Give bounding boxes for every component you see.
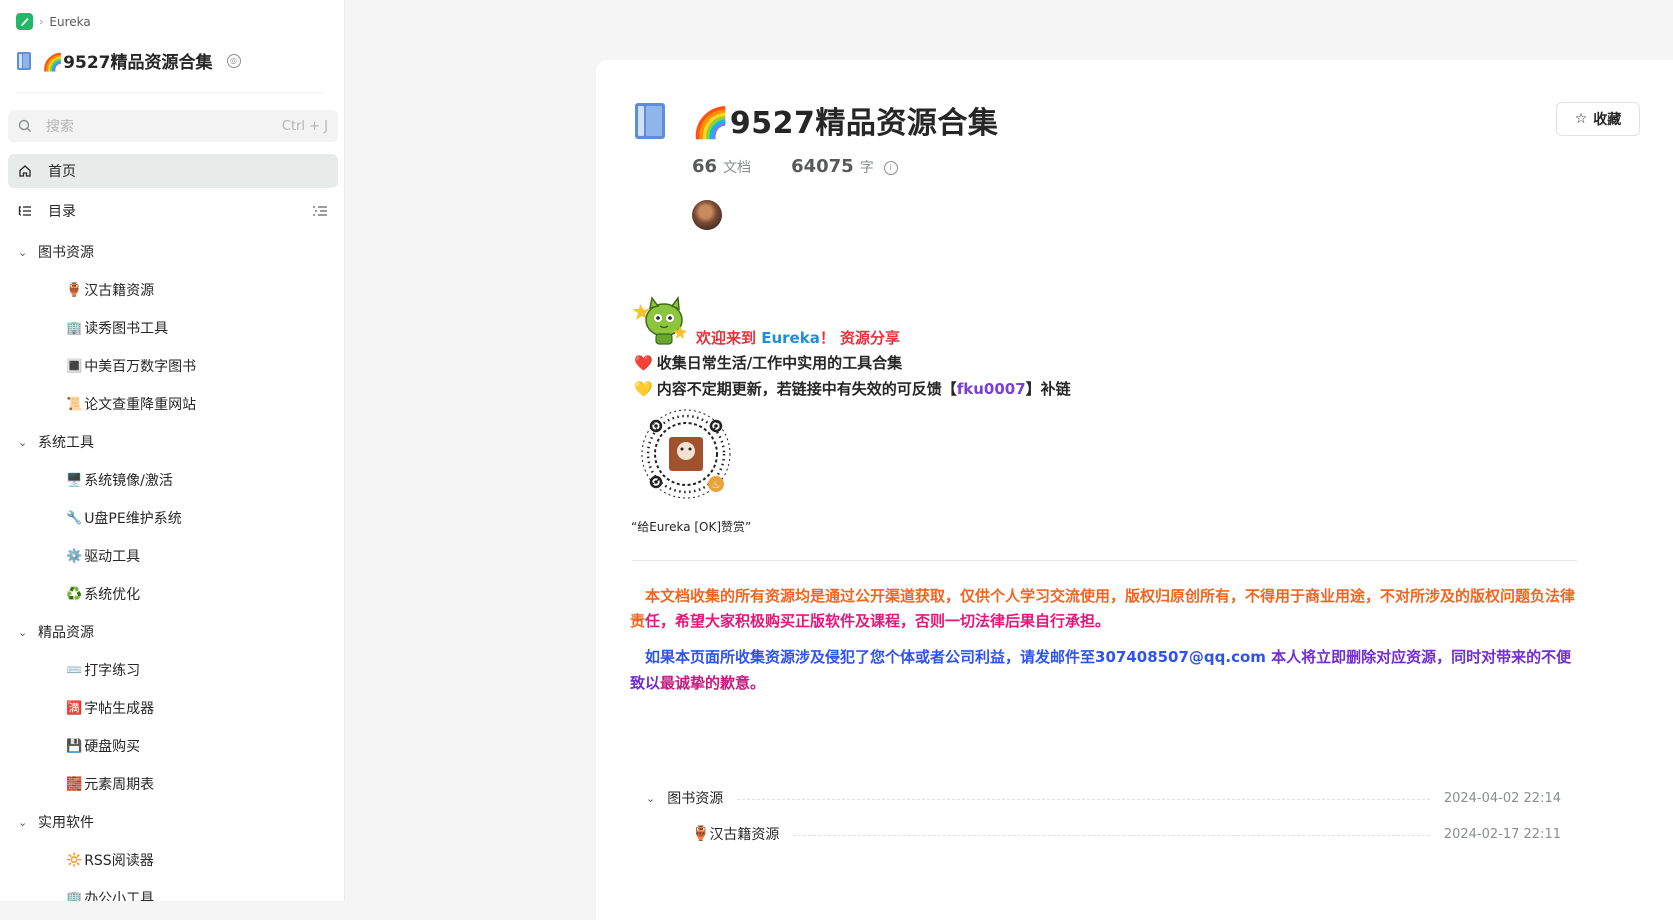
item-emoji-icon: 🏢 [66,320,83,336]
avatar[interactable] [692,200,722,230]
divider [632,560,1577,561]
search-shortcut: Ctrl + J [281,118,328,134]
home-icon [19,165,31,177]
update-line: 💛 内容不定期更新，若链接中有失效的可反馈【fku0007】补链 [634,379,1071,399]
tree-item[interactable]: 🏢 办公小工具 [0,879,344,902]
favorite-button[interactable]: ☆ 收藏 [1556,102,1640,136]
sidebar-item-home[interactable]: 首页 [8,154,338,188]
item-emoji-icon: 📜 [66,396,83,412]
doc-label: 文档 [723,160,752,176]
word-count: 64075 [791,156,854,177]
sidebar-item-toc[interactable]: 目录 [8,194,338,228]
app-logo-icon[interactable] [16,13,33,30]
tree-item[interactable]: 💾 硬盘购买 [0,727,344,765]
search-input[interactable]: 搜索 Ctrl + J [8,110,338,142]
doc-count: 66 [692,156,718,177]
item-emoji-icon: 💾 [66,738,83,754]
cat-mascot-icon [632,296,687,345]
yellow-heart-icon: 💛 [634,379,653,398]
brand-name: Eureka [761,329,820,347]
chevron-down-icon[interactable]: ⌄ [18,626,28,639]
tree-item[interactable]: ⚙️ 驱动工具 [0,537,344,575]
item-emoji-icon: 🖥️ [66,472,83,488]
tree-item[interactable]: 🔧 U盘PE维护系统 [0,499,344,537]
search-placeholder: 搜索 [46,119,74,135]
qr-caption: “给Eureka [OK]赞赏” [631,520,752,534]
item-emoji-icon: 🔳 [66,358,83,374]
tree-item[interactable]: 🔆 RSS阅读器 [0,841,344,879]
chevron-down-icon[interactable]: ⌄ [18,436,28,449]
chevron-right-icon: › [39,15,44,28]
tree-group[interactable]: ⌄ 图书资源 [0,233,344,271]
item-emoji-icon: 🏺 [692,826,710,842]
intro-line: ❤️ 收集日常生活/工作中实用的工具合集 [634,353,903,373]
breadcrumb-app[interactable]: Eureka [49,15,90,29]
tree-group[interactable]: ⌄ 精品资源 [0,613,344,651]
toc-icon [18,206,31,216]
chevron-down-icon[interactable]: ⌄ [18,816,28,829]
book-icon [635,103,665,139]
welcome-text: 欢迎来到 Eureka！ 资源分享 [696,329,901,347]
tree-item[interactable]: 📜 论文查重降重网站 [0,385,344,423]
breadcrumb: › Eureka [16,13,91,30]
item-emoji-icon: 🔆 [66,852,83,868]
tree-item[interactable]: ♻️ 系统优化 [0,575,344,613]
tree-item[interactable]: 🈵 字帖生成器 [0,689,344,727]
item-emoji-icon: 🏺 [66,282,83,298]
updated-time: 2024-04-02 22:14 [1443,790,1561,806]
dotted-leader [793,834,1430,836]
tree-item[interactable]: ⌨️ 打字练习 [0,651,344,689]
chevron-down-icon[interactable]: ⌄ [646,792,655,805]
catalog-group[interactable]: ⌄ 图书资源 2024-04-02 22:14 [646,780,1561,816]
tree-item[interactable]: 🧱 元素周期表 [0,765,344,803]
sidebar-tree: ⌄ 图书资源 🏺 汉古籍资源 🏢 读秀图书工具 🔳 中美百万数字图书 📜 论文查重降重网站… [0,233,344,901]
updated-time: 2024-02-17 22:11 [1443,826,1561,842]
tree-item[interactable]: 🏺 汉古籍资源 [0,271,344,309]
catalog-item[interactable]: 🏺 汉古籍资源 2024-02-17 22:11 [646,816,1561,852]
book-icon [17,51,31,70]
divider [16,92,324,93]
search-icon [18,119,31,132]
toc-settings-icon[interactable] [312,204,328,218]
title-text: 9527精品资源合集 [729,106,999,141]
item-emoji-icon: 🔧 [66,510,83,526]
tree-item[interactable]: 🖥️ 系统镜像/激活 [0,461,344,499]
visibility-icon[interactable]: ◎ [226,53,241,68]
book-home-card: 🌈9527精品资源合集 ☆ 收藏 66 文档 64075 字 i 欢迎来到 Eu… [596,60,1673,920]
contact-code: fku0007 [956,380,1026,398]
word-label: 字 [859,160,874,176]
book-stats: 66 文档 64075 字 i [692,156,898,177]
sidebar-item-label: 首页 [48,164,76,180]
item-emoji-icon: ♻️ [66,586,83,602]
sidebar-title-text: 9527精品资源合集 [63,53,213,73]
catalog-list: ⌄ 图书资源 2024-04-02 22:14 🏺 汉古籍资源 2024-02-… [646,780,1561,852]
item-emoji-icon: 🏢 [66,890,83,902]
sidebar-item-label: 目录 [48,204,76,220]
item-emoji-icon: 🧱 [66,776,83,792]
tree-item[interactable]: 🏢 读秀图书工具 [0,309,344,347]
tree-item[interactable]: 🔳 中美百万数字图书 [0,347,344,385]
favorite-label: 收藏 [1593,112,1622,128]
copyright-disclaimer: 本文档收集的所有资源均是通过公开渠道获取，仅供个人学习交流使用，版权归原创所有，… [630,587,1576,630]
star-icon: ☆ [1574,111,1588,127]
dotted-leader [737,798,1430,800]
contact-notice: 如果本页面所收集资源涉及侵犯了您个体或者公司利益，请发邮件至307408507@… [630,648,1572,692]
tree-group[interactable]: ⌄ 实用软件 [0,803,344,841]
tree-group[interactable]: ⌄ 系统工具 [0,423,344,461]
sidebar: › Eureka 🌈9527精品资源合集 ◎ 搜索 Ctrl + J 首页 目录… [0,0,345,901]
chevron-down-icon[interactable]: ⌄ [18,246,28,259]
heart-icon: ❤️ [634,353,653,372]
item-emoji-icon: ⚙️ [66,548,83,564]
reward-qr-code-icon[interactable]: ♨ [636,404,736,504]
title-emoji: 🌈 [42,53,64,73]
item-emoji-icon: 🈵 [66,700,83,716]
sidebar-book-title: 🌈9527精品资源合集 ◎ [16,48,241,73]
title-emoji: 🌈 [692,106,730,141]
svg-text:♨: ♨ [712,480,721,491]
info-icon[interactable]: i [883,160,898,175]
page-title: 🌈9527精品资源合集 [692,98,998,142]
item-emoji-icon: ⌨️ [66,662,83,678]
